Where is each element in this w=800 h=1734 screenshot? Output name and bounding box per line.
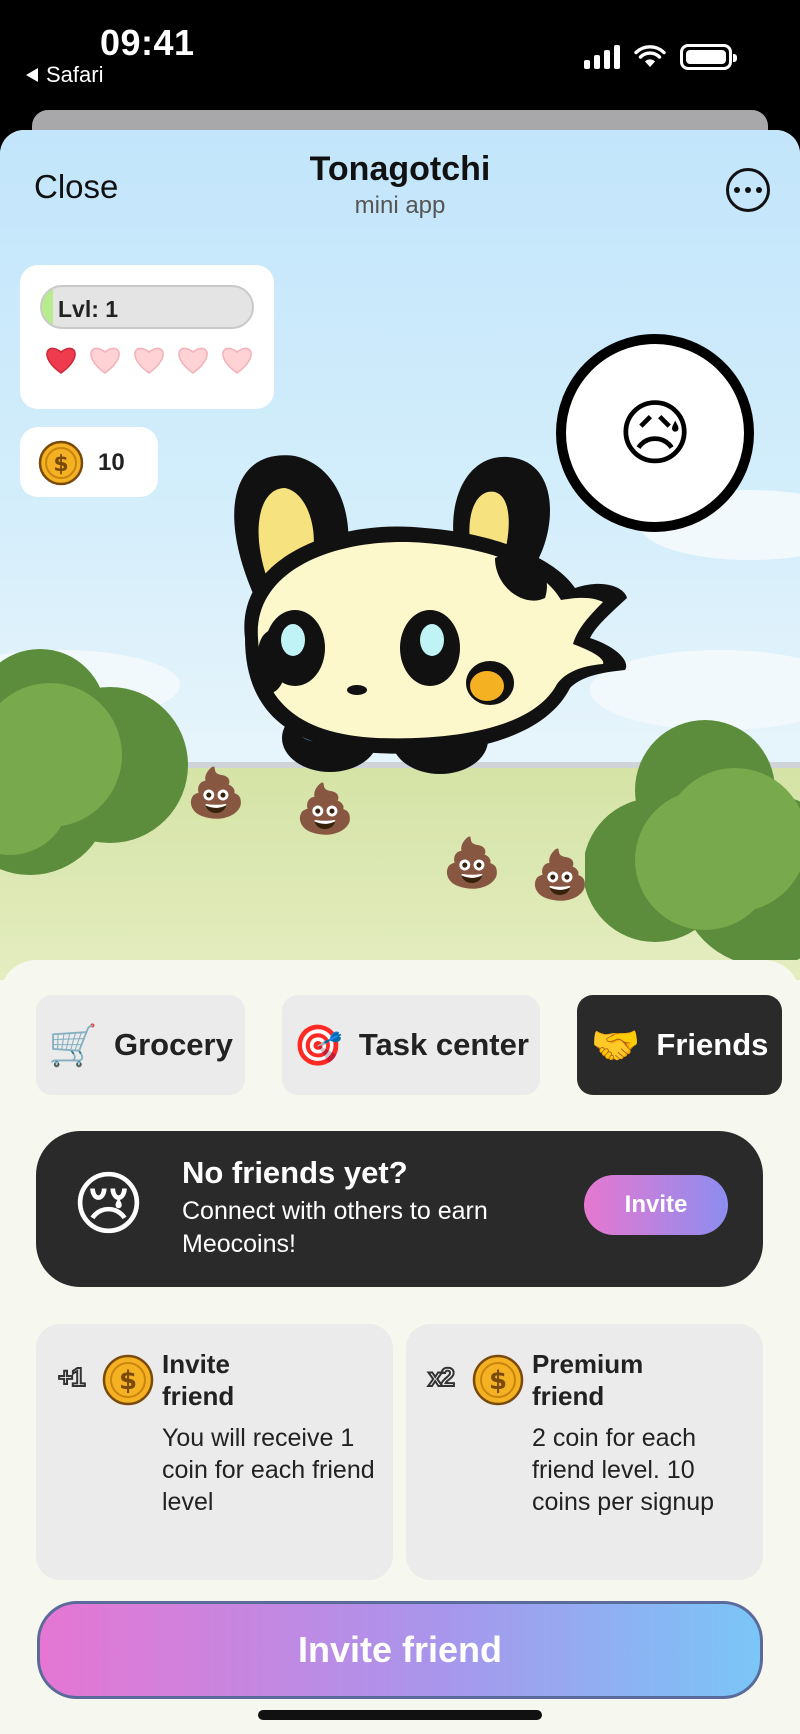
no-friends-title: No friends yet? — [182, 1155, 408, 1190]
app-subtitle: mini app — [354, 192, 446, 219]
status-icons — [584, 44, 737, 70]
back-to-safari[interactable]: Safari — [26, 62, 103, 88]
card-title: Premium friend — [532, 1349, 644, 1411]
battery-icon — [680, 44, 737, 70]
card-title: Invite friend — [162, 1349, 235, 1411]
app-title: Tonagotchi — [309, 150, 491, 188]
pet-mood-bubble: 😥 — [556, 334, 754, 532]
level-label: Lvl: 1 — [58, 296, 119, 322]
invite-friend-button[interactable]: Invite friend — [37, 1601, 763, 1699]
poop-icon[interactable]: 💩 — [530, 852, 590, 900]
more-options-icon[interactable] — [726, 168, 770, 212]
coin-icon: $ — [38, 440, 84, 486]
health-hearts — [44, 345, 254, 375]
svg-text:$: $ — [119, 1366, 137, 1396]
tab-task-center[interactable]: 🎯 Task center — [282, 995, 540, 1095]
no-friends-banner: 😢 No friends yet? Connect with others to… — [36, 1131, 763, 1287]
shopping-cart-icon: 🛒 — [48, 1023, 98, 1068]
tab-label: Grocery — [113, 1027, 233, 1062]
multiplier-label: +1 — [57, 1361, 87, 1393]
clock: 09:41 — [100, 22, 195, 63]
pet-stats-card: Lvl: 1 — [20, 265, 274, 409]
tab-friends[interactable]: 🤝 Friends — [577, 995, 782, 1095]
tab-label: Friends — [656, 1027, 769, 1062]
coin-count: 10 — [98, 449, 125, 476]
level-progress-bar: Lvl: 1 — [40, 285, 254, 329]
home-indicator[interactable] — [258, 1710, 542, 1720]
premium-friend-card: $ x2 Premium friend 2 coin for each frie… — [406, 1324, 763, 1580]
card-description: 2 coin for each friend level. 10 coins p… — [532, 1424, 715, 1516]
card-description: You will receive 1 coin for each friend … — [162, 1424, 375, 1516]
crying-face-icon: 😢 — [72, 1165, 145, 1243]
invite-friend-card: $ +1 Invite friend You will receive 1 co… — [36, 1324, 393, 1580]
heart-full-icon — [46, 347, 76, 374]
svg-text:$: $ — [53, 452, 68, 477]
mini-app: 💩 💩 💩 💩 😥 Close Tonagotchi mini app Lvl:… — [0, 130, 800, 1734]
plus-one-coin-icon: $ +1 — [57, 1352, 168, 1423]
back-arrow-icon — [26, 68, 38, 82]
poop-icon[interactable]: 💩 — [442, 840, 502, 888]
coin-balance: $ 10 — [20, 427, 158, 497]
app-header: Close Tonagotchi mini app — [0, 130, 800, 240]
heart-empty-icon — [222, 347, 252, 374]
heart-empty-icon — [90, 347, 120, 374]
invite-button[interactable]: Invite — [584, 1175, 728, 1235]
pet-scene: 💩 💩 💩 💩 😥 — [0, 130, 800, 980]
tab-label: Task center — [358, 1027, 529, 1062]
double-coin-icon: $ x2 — [427, 1352, 538, 1423]
tab-grocery[interactable]: 🛒 Grocery — [36, 995, 245, 1095]
svg-text:$: $ — [489, 1366, 507, 1396]
status-bar: 09:41 Safari — [0, 0, 800, 110]
heart-empty-icon — [134, 347, 164, 374]
level-progress-fill — [42, 287, 53, 327]
target-icon: 🎯 — [293, 1023, 343, 1068]
cellular-signal-icon — [584, 45, 620, 69]
no-friends-description: Connect with others to earn Meocoins! — [182, 1197, 488, 1258]
back-label: Safari — [46, 62, 104, 87]
multiplier-label: x2 — [427, 1361, 456, 1393]
pet-character[interactable] — [225, 448, 645, 808]
handshake-icon: 🤝 — [590, 1023, 641, 1068]
heart-empty-icon — [178, 347, 208, 374]
left-bush — [0, 649, 188, 875]
wifi-icon — [634, 45, 666, 67]
tab-bar: 🛒 Grocery 🎯 Task center 🤝 Friends — [36, 995, 782, 1095]
